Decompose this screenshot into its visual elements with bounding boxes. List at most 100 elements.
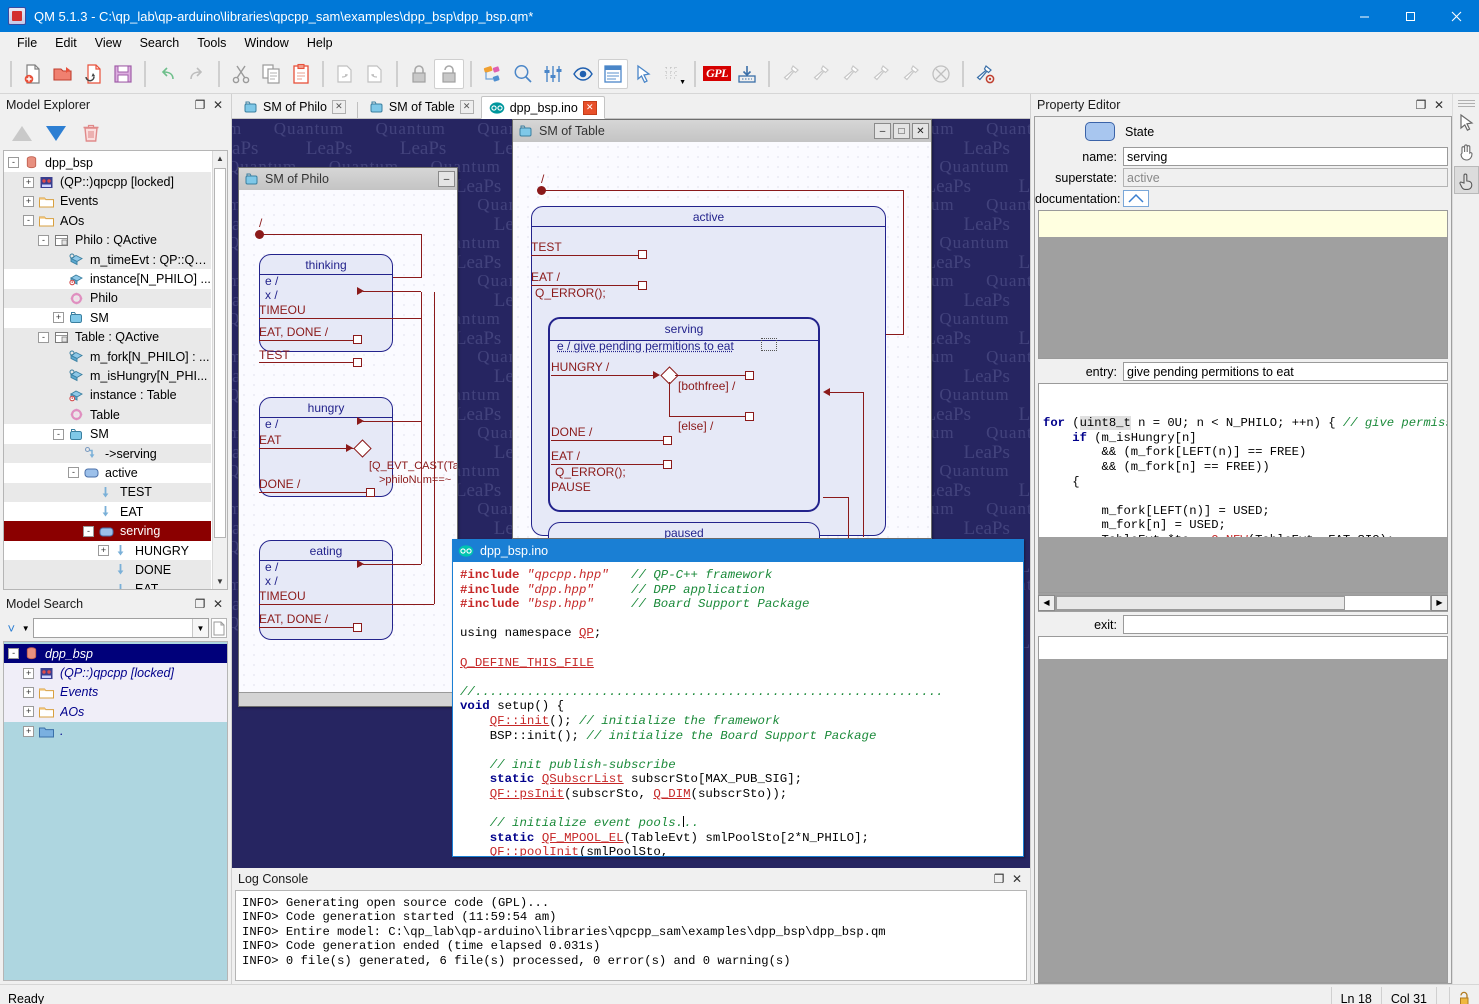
- status-unlock-icon[interactable]: [1449, 987, 1477, 1004]
- tree-item-sm[interactable]: -SM: [4, 424, 211, 443]
- menu-search[interactable]: Search: [131, 34, 189, 52]
- minimize-button[interactable]: [1341, 0, 1387, 32]
- table-maximize-button[interactable]: □: [893, 123, 910, 139]
- hscroll-thumb[interactable]: [1056, 596, 1345, 610]
- menu-edit[interactable]: Edit: [46, 34, 86, 52]
- cut-icon[interactable]: [226, 59, 256, 89]
- log-console-output[interactable]: INFO> Generating open source code (GPL).…: [235, 890, 1027, 981]
- maximize-button[interactable]: [1387, 0, 1433, 32]
- tree-item-aos[interactable]: -AOs: [4, 211, 211, 230]
- model-explorer-scrollbar[interactable]: ▲ ▼: [212, 151, 227, 589]
- grid-icon[interactable]: ▼: [658, 59, 688, 89]
- tree-item-instance-n-philo[interactable]: instance[N_PHILO] ...: [4, 269, 211, 288]
- eye-icon[interactable]: [568, 59, 598, 89]
- model-search-close-button[interactable]: ✕: [209, 595, 227, 613]
- hscroll-left-button[interactable]: ◀: [1038, 595, 1055, 611]
- tree-item-qp-qpcpp-locked[interactable]: +(QP::)qpcpp [locked]: [4, 663, 227, 682]
- property-editor-close-button[interactable]: ✕: [1430, 96, 1448, 114]
- undo-icon[interactable]: [152, 59, 182, 89]
- build-settings-icon[interactable]: [970, 59, 1000, 89]
- transition-endpoint[interactable]: [663, 436, 672, 445]
- sm-of-table-titlebar[interactable]: SM of Table – □ ✕: [513, 120, 931, 142]
- expand-icon[interactable]: +: [23, 177, 34, 188]
- scroll-down-button[interactable]: ▼: [213, 574, 227, 589]
- scroll-up-button[interactable]: ▲: [213, 151, 227, 166]
- table-close-button[interactable]: ✕: [912, 123, 929, 139]
- collapse-icon[interactable]: -: [83, 526, 94, 537]
- ino-code-text[interactable]: #include "qpcpp.hpp" // QP-C++ framework…: [453, 562, 1023, 856]
- exit-field[interactable]: [1123, 615, 1448, 634]
- property-editor-float-button[interactable]: ❐: [1412, 96, 1430, 114]
- ino-editor-body[interactable]: #include "qpcpp.hpp" // QP-C++ framework…: [453, 562, 1023, 856]
- transition-endpoint[interactable]: [353, 358, 362, 367]
- list-icon[interactable]: [598, 59, 628, 89]
- indent-icon[interactable]: [330, 59, 360, 89]
- tool-strip-grip[interactable]: [1458, 100, 1475, 107]
- zoom-icon[interactable]: [508, 59, 538, 89]
- paste-icon[interactable]: [286, 59, 316, 89]
- entry-field[interactable]: give pending permitions to eat: [1123, 362, 1448, 381]
- menu-view[interactable]: View: [86, 34, 131, 52]
- hammer5-icon[interactable]: [896, 59, 926, 89]
- expand-icon[interactable]: +: [23, 706, 34, 717]
- menu-window[interactable]: Window: [235, 34, 297, 52]
- selection-marker[interactable]: [761, 338, 777, 351]
- stop-icon[interactable]: [926, 59, 956, 89]
- transition-endpoint[interactable]: [638, 281, 647, 290]
- menu-tools[interactable]: Tools: [188, 34, 235, 52]
- transition-endpoint[interactable]: [366, 488, 375, 497]
- reload-file-icon[interactable]: [78, 59, 108, 89]
- tab-dpp-bsp-ino[interactable]: dpp_bsp.ino ✕: [481, 96, 605, 119]
- entry-code-editor[interactable]: for (uint8_t n = 0U; n < N_PHILO; ++n) {…: [1038, 383, 1448, 593]
- tree-item-philo[interactable]: Philo: [4, 289, 211, 308]
- sm-of-philo-canvas[interactable]: / thinking e / x / TIMEOU: [239, 190, 457, 692]
- table-minimize-button[interactable]: –: [874, 123, 891, 139]
- unlock-icon[interactable]: [434, 59, 464, 89]
- hscroll-track[interactable]: [1055, 595, 1431, 611]
- move-down-icon[interactable]: [46, 126, 66, 141]
- search-mode-dropdown-icon[interactable]: ▼: [20, 618, 31, 638]
- model-explorer-close-button[interactable]: ✕: [209, 96, 227, 114]
- collapse-icon[interactable]: -: [68, 467, 79, 478]
- transition-endpoint[interactable]: [353, 335, 362, 344]
- documentation-collapse-icon[interactable]: [1123, 190, 1149, 207]
- pointer-tool-icon[interactable]: [1454, 108, 1479, 136]
- menu-file[interactable]: File: [8, 34, 46, 52]
- transition-endpoint[interactable]: [638, 250, 647, 259]
- search-document-icon[interactable]: [211, 618, 227, 638]
- log-console-float-button[interactable]: ❐: [990, 870, 1008, 888]
- name-field[interactable]: serving: [1123, 147, 1448, 166]
- model-search-float-button[interactable]: ❐: [191, 595, 209, 613]
- collapse-icon[interactable]: -: [53, 429, 64, 440]
- chevron-down-icon[interactable]: ▼: [679, 79, 686, 86]
- transition-endpoint[interactable]: [663, 460, 672, 469]
- dpp-bsp-ino-window[interactable]: dpp_bsp.ino #include "qpcpp.hpp" // QP-C…: [452, 539, 1024, 857]
- tree-item-events[interactable]: +Events: [4, 192, 211, 211]
- tab-sm-of-table[interactable]: SM of Table ✕: [362, 95, 481, 118]
- redo-icon[interactable]: [182, 59, 212, 89]
- expand-icon[interactable]: +: [23, 726, 34, 737]
- collapse-icon[interactable]: -: [23, 215, 34, 226]
- tree-item-[interactable]: +.: [4, 722, 227, 741]
- outdent-icon[interactable]: [360, 59, 390, 89]
- tree-item-serving[interactable]: ->serving: [4, 444, 211, 463]
- tree-item-qp-qpcpp-locked[interactable]: +(QP::)qpcpp [locked]: [4, 172, 211, 191]
- expand-icon[interactable]: +: [53, 312, 64, 323]
- tree-item-eat[interactable]: EAT: [4, 580, 211, 590]
- search-expand-icon[interactable]: ˅: [4, 618, 18, 638]
- sliders-icon[interactable]: [538, 59, 568, 89]
- transition-endpoint[interactable]: [745, 371, 754, 380]
- hammer2-icon[interactable]: [806, 59, 836, 89]
- color-tools-icon[interactable]: [478, 59, 508, 89]
- tree-item-aos[interactable]: +AOs: [4, 702, 227, 721]
- delete-icon[interactable]: [80, 122, 102, 144]
- log-console-close-button[interactable]: ✕: [1008, 870, 1026, 888]
- tab-close-button[interactable]: ✕: [332, 100, 346, 114]
- open-folder-icon[interactable]: [48, 59, 78, 89]
- hammer4-icon[interactable]: [866, 59, 896, 89]
- download-icon[interactable]: [732, 59, 762, 89]
- hammer3-icon[interactable]: [836, 59, 866, 89]
- tree-item-events[interactable]: +Events: [4, 683, 227, 702]
- expand-icon[interactable]: +: [23, 668, 34, 679]
- sm-of-table-window[interactable]: SM of Table – □ ✕ /: [512, 119, 932, 539]
